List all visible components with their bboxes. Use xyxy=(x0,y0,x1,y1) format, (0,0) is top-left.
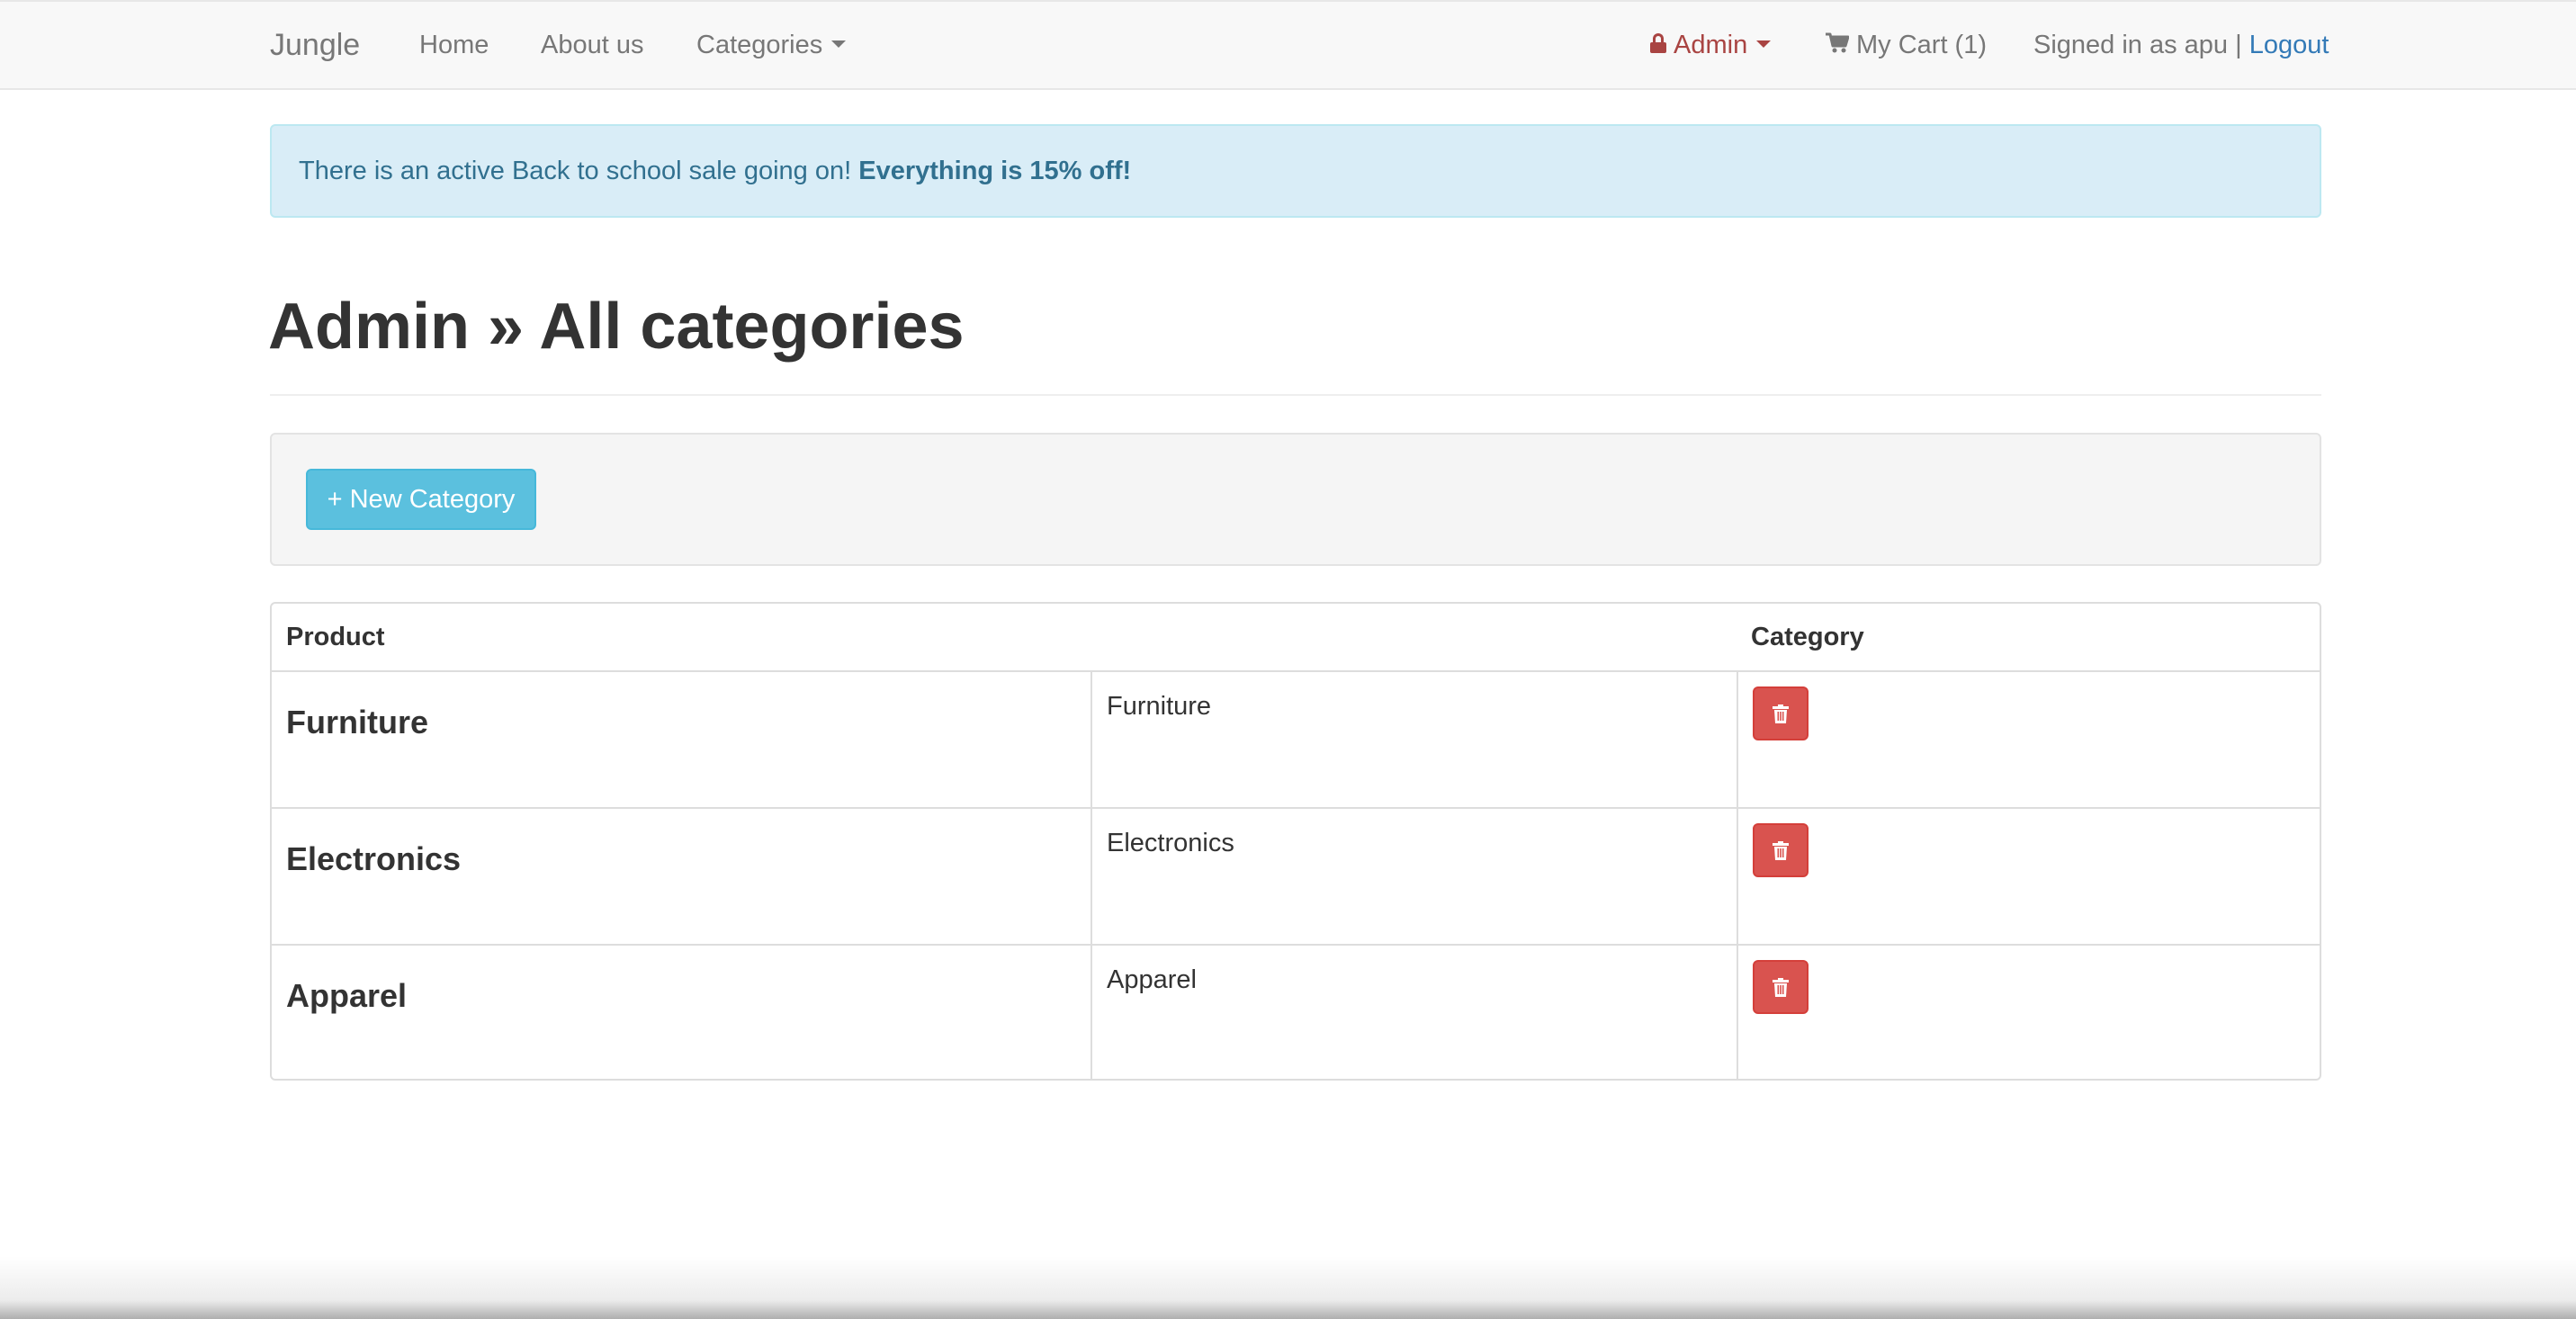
category-name: Apparel xyxy=(286,977,408,1014)
category-description: Electronics xyxy=(1091,809,1737,944)
cart-label: My Cart (1) xyxy=(1856,31,1987,59)
category-description: Apparel xyxy=(1091,946,1737,1079)
column-header-category: Category xyxy=(1751,623,1864,651)
trash-icon xyxy=(1773,978,1789,997)
category-name: Electronics xyxy=(286,840,462,877)
trash-icon xyxy=(1773,704,1789,723)
category-name: Furniture xyxy=(286,704,428,740)
row-actions xyxy=(1737,809,2320,944)
sale-alert-banner: There is an active Back to school sale g… xyxy=(270,124,2321,218)
toolbar-well: + New Category xyxy=(270,433,2321,566)
category-description: Furniture xyxy=(1091,672,1737,807)
nav-dropdown-categories-label: Categories xyxy=(696,31,823,59)
table-row: Furniture Furniture xyxy=(272,670,2320,807)
table-row: Electronics Electronics xyxy=(272,807,2320,944)
lock-icon xyxy=(1650,33,1666,54)
sale-alert-highlight: Everything is 15% off! xyxy=(858,157,1132,185)
new-category-button[interactable]: + New Category xyxy=(306,469,536,530)
brand-logo[interactable]: Jungle xyxy=(270,2,360,88)
signed-in-text: Signed in as apu | xyxy=(2033,31,2242,59)
nav-link-home[interactable]: Home xyxy=(419,2,489,88)
delete-button[interactable] xyxy=(1753,686,1809,740)
nav-link-about[interactable]: About us xyxy=(541,2,643,88)
nav-dropdown-categories[interactable]: Categories xyxy=(696,2,847,88)
nav-link-cart[interactable]: My Cart (1) xyxy=(1826,2,1987,88)
row-actions xyxy=(1737,946,2320,1079)
page-title: Admin » All categories xyxy=(268,291,965,363)
window-bottom-shadow xyxy=(0,1256,2576,1319)
row-actions xyxy=(1737,672,2320,807)
sale-alert-text: There is an active Back to school sale g… xyxy=(299,157,859,185)
nav-dropdown-admin-label: Admin xyxy=(1674,31,1748,59)
categories-table: Product Category Furniture Furniture Ele… xyxy=(270,602,2321,1081)
caret-down-icon xyxy=(831,40,847,49)
nav-dropdown-admin[interactable]: Admin xyxy=(1650,2,1772,88)
column-header-product: Product xyxy=(286,623,385,651)
top-navbar: Jungle Home About us Categories Admin My… xyxy=(0,0,2576,90)
shopping-cart-icon xyxy=(1826,32,1849,53)
caret-down-icon xyxy=(1756,40,1772,49)
table-row: Apparel Apparel xyxy=(272,944,2320,1079)
logout-link[interactable]: Logout xyxy=(2249,31,2329,59)
delete-button[interactable] xyxy=(1753,823,1809,877)
signed-in-status: Signed in as apu | Logout xyxy=(2033,2,2329,88)
delete-button[interactable] xyxy=(1753,960,1809,1014)
trash-icon xyxy=(1773,841,1789,860)
title-divider xyxy=(270,394,2321,396)
navbar-container: Jungle Home About us Categories Admin My… xyxy=(270,2,2329,90)
